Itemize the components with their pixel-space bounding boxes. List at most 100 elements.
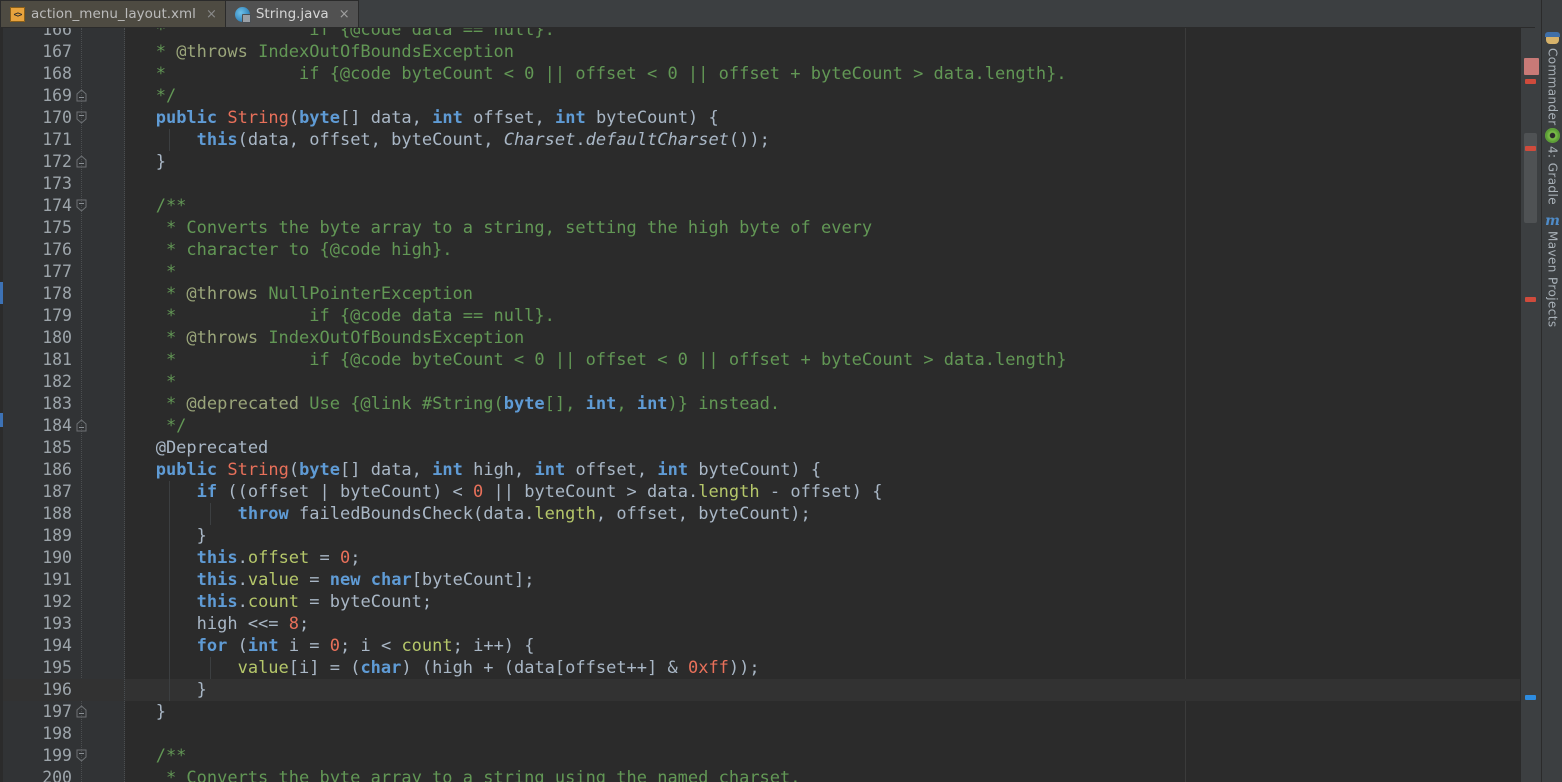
code-line[interactable]: @Deprecated (125, 437, 1520, 459)
fold-expand-icon[interactable] (76, 199, 87, 212)
gutter-row[interactable]: 177 (3, 261, 124, 283)
gutter-row[interactable]: 194 (3, 635, 124, 657)
gutter-row[interactable]: 188 (3, 503, 124, 525)
code-line[interactable]: * @deprecated Use {@link #String(byte[],… (125, 393, 1520, 415)
gutter-row[interactable]: 197 (3, 701, 124, 723)
gutter-row[interactable]: 176 (3, 239, 124, 261)
gutter-row[interactable]: 184 (3, 415, 124, 437)
gutter-row[interactable]: 172 (3, 151, 124, 173)
line-number: 183 (42, 394, 72, 413)
fold-end-icon[interactable] (76, 89, 87, 102)
fold-expand-icon[interactable] (76, 749, 87, 762)
code-line[interactable]: * @throws IndexOutOfBoundsException (125, 327, 1520, 349)
editor-tab-xml[interactable]: action_menu_layout.xml × (0, 0, 226, 27)
info-marker[interactable] (1525, 695, 1536, 700)
gutter-row[interactable]: 200 (3, 767, 124, 782)
gutter-row[interactable]: 192 (3, 591, 124, 613)
code-line[interactable] (125, 723, 1520, 745)
gutter-row[interactable]: 173 (3, 173, 124, 195)
gutter-row[interactable]: 181 (3, 349, 124, 371)
code-line[interactable]: public String(byte[] data, int high, int… (125, 459, 1520, 481)
error-marker[interactable] (1525, 146, 1536, 151)
code-line[interactable]: } (125, 679, 1520, 701)
gutter-row[interactable]: 185 (3, 437, 124, 459)
line-number: 197 (42, 702, 72, 721)
tool-window-button-commander[interactable]: Commander (1542, 30, 1562, 126)
code-line[interactable]: * Converts the byte array to a string us… (125, 767, 1520, 782)
code-line[interactable]: /** (125, 195, 1520, 217)
gutter-row[interactable]: 179 (3, 305, 124, 327)
gutter-row[interactable]: 183 (3, 393, 124, 415)
gutter-row[interactable]: 187 (3, 481, 124, 503)
code-line[interactable]: * if {@code byteCount < 0 || offset < 0 … (125, 349, 1520, 371)
gutter-row[interactable]: 168 (3, 63, 124, 85)
tool-window-button-maven-projects[interactable]: m Maven Projects (1542, 213, 1562, 328)
code-line[interactable]: * character to {@code high}. (125, 239, 1520, 261)
editor-tab-java[interactable]: String.java × (224, 0, 359, 27)
code-line[interactable]: /** (125, 745, 1520, 767)
gutter-row[interactable]: 196 (3, 679, 124, 701)
gutter-row[interactable]: 171 (3, 129, 124, 151)
code-line[interactable]: */ (125, 415, 1520, 437)
code-line[interactable]: value[i] = (char) (high + (data[offset++… (125, 657, 1520, 679)
gutter-row[interactable]: 182 (3, 371, 124, 393)
tool-window-button-4-gradle[interactable]: 4: Gradle (1542, 128, 1562, 205)
code-line[interactable]: * @throws NullPointerException (125, 283, 1520, 305)
code-line-text: */ (125, 86, 177, 106)
code-line[interactable]: } (125, 151, 1520, 173)
code-line-text: /** (125, 196, 187, 216)
code-line[interactable]: } (125, 525, 1520, 547)
code-line[interactable]: * Converts the byte array to a string, s… (125, 217, 1520, 239)
fold-end-icon[interactable] (76, 419, 87, 432)
code-line[interactable]: */ (125, 85, 1520, 107)
code-line[interactable]: this.count = byteCount; (125, 591, 1520, 613)
code-line[interactable]: } (125, 701, 1520, 723)
error-marker[interactable] (1525, 79, 1536, 84)
fold-expand-icon[interactable] (76, 111, 87, 124)
code-line[interactable]: throw failedBoundsCheck(data.length, off… (125, 503, 1520, 525)
error-marker[interactable] (1525, 297, 1536, 302)
code-line[interactable]: public String(byte[] data, int offset, i… (125, 107, 1520, 129)
code-line[interactable]: * (125, 371, 1520, 393)
fold-end-icon[interactable] (76, 155, 87, 168)
line-number: 184 (42, 416, 72, 435)
editor-marker-scrollbar[interactable] (1520, 28, 1540, 782)
close-icon[interactable]: × (339, 7, 350, 22)
gutter-row[interactable]: 189 (3, 525, 124, 547)
editor-gutter[interactable]: 166 167 168 169 170 171 172 173 174 175 176 177 178 1… (3, 28, 125, 782)
gutter-row[interactable]: 190 (3, 547, 124, 569)
gutter-row[interactable]: 170 (3, 107, 124, 129)
code-line[interactable]: for (int i = 0; i < count; i++) { (125, 635, 1520, 657)
code-line[interactable]: this(data, offset, byteCount, Charset.de… (125, 129, 1520, 151)
code-line[interactable]: if ((offset | byteCount) < 0 || byteCoun… (125, 481, 1520, 503)
code-line[interactable]: * @throws IndexOutOfBoundsException (125, 41, 1520, 63)
gutter-row[interactable]: 178 (3, 283, 124, 305)
gutter-row[interactable]: 193 (3, 613, 124, 635)
code-line[interactable]: high <<= 8; (125, 613, 1520, 635)
gutter-row[interactable]: 174 (3, 195, 124, 217)
code-line[interactable]: * if {@code data == null}. (125, 305, 1520, 327)
gutter-row[interactable]: 195 (3, 657, 124, 679)
gradle-icon (1545, 128, 1560, 143)
close-icon[interactable]: × (206, 7, 217, 22)
code-line[interactable]: * if {@code data == null}. (125, 28, 1520, 41)
code-line[interactable] (125, 173, 1520, 195)
gutter-row[interactable]: 199 (3, 745, 124, 767)
code-line[interactable]: this.offset = 0; (125, 547, 1520, 569)
gutter-row[interactable]: 186 (3, 459, 124, 481)
gutter-row[interactable]: 169 (3, 85, 124, 107)
code-text-area[interactable]: * if {@code data == null}. * @throws Ind… (125, 28, 1520, 782)
code-editor[interactable]: 166 167 168 169 170 171 172 173 174 175 176 177 178 1… (0, 28, 1520, 782)
error-marker[interactable] (1524, 58, 1539, 75)
code-line[interactable]: this.value = new char[byteCount]; (125, 569, 1520, 591)
gutter-row[interactable]: 166 (3, 28, 124, 41)
fold-end-icon[interactable] (76, 705, 87, 718)
gutter-row[interactable]: 198 (3, 723, 124, 745)
line-number: 176 (42, 240, 72, 259)
gutter-row[interactable]: 167 (3, 41, 124, 63)
gutter-row[interactable]: 180 (3, 327, 124, 349)
code-line[interactable]: * if {@code byteCount < 0 || offset < 0 … (125, 63, 1520, 85)
gutter-row[interactable]: 191 (3, 569, 124, 591)
gutter-row[interactable]: 175 (3, 217, 124, 239)
code-line[interactable]: * (125, 261, 1520, 283)
